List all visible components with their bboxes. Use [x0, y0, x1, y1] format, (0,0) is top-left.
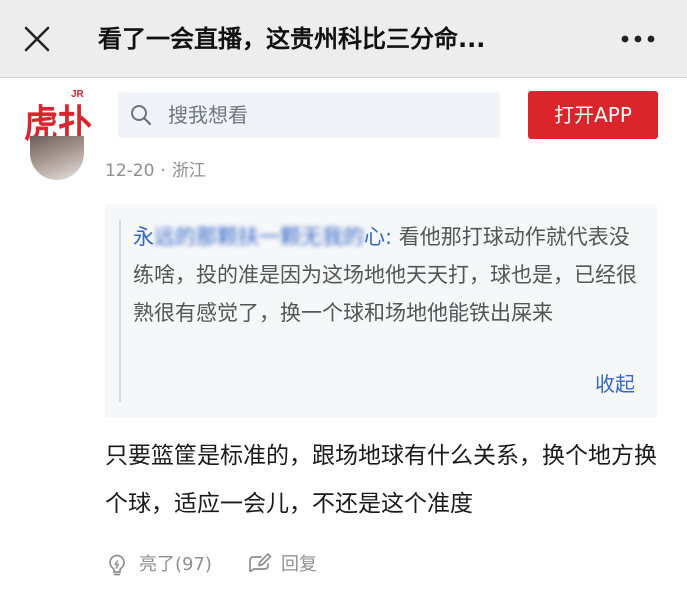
- search-input[interactable]: 搜我想看: [118, 92, 500, 138]
- window-titlebar: 看了一会直播，这贵州科比三分命...: [0, 0, 687, 78]
- open-app-button[interactable]: 打开APP: [528, 91, 658, 139]
- reply-label: 回复: [281, 554, 317, 575]
- quote-author-tail: 心:: [364, 225, 393, 249]
- quote-divider: [119, 220, 121, 402]
- more-dots-icon[interactable]: [618, 26, 658, 52]
- search-placeholder: 搜我想看: [168, 103, 248, 127]
- quote-author-blurred: 远的那颗扶一颗无我的: [154, 225, 364, 249]
- avatar[interactable]: [30, 136, 84, 180]
- search-icon: [130, 104, 152, 126]
- edit-reply-icon: [249, 553, 272, 573]
- comment-meta: 12-20 · 浙江: [105, 158, 206, 184]
- page-title: 看了一会直播，这贵州科比三分命...: [98, 25, 486, 53]
- close-icon[interactable]: [22, 24, 52, 54]
- lightbulb-icon: [109, 554, 125, 576]
- collapse-button[interactable]: 收起: [595, 368, 643, 400]
- quoted-comment: 永远的那颗扶一颗无我的心: 看他那打球动作就代表没练啥，投的准是因为这场地他天天…: [105, 204, 657, 418]
- comment-date: 12-20: [105, 161, 155, 181]
- quote-author-visible: 永: [133, 225, 154, 249]
- like-button[interactable]: 亮了(97): [105, 548, 225, 582]
- reply-button[interactable]: 回复: [247, 548, 337, 582]
- quote-text-block: 永远的那颗扶一颗无我的心: 看他那打球动作就代表没练啥，投的准是因为这场地他天天…: [133, 218, 641, 332]
- quote-author[interactable]: 永远的那颗扶一颗无我的心:: [133, 225, 392, 249]
- hupu-logo[interactable]: JR 虎扑: [24, 84, 94, 146]
- comment-location: 浙江: [171, 161, 206, 181]
- like-count: 亮了(97): [139, 554, 212, 575]
- meta-separator: ·: [160, 161, 166, 181]
- comment-body: 只要篮筐是标准的，跟场地球有什么关系，换个地方换个球，适应一会儿，不还是这个准度: [105, 443, 657, 517]
- svg-text:JR: JR: [71, 89, 85, 100]
